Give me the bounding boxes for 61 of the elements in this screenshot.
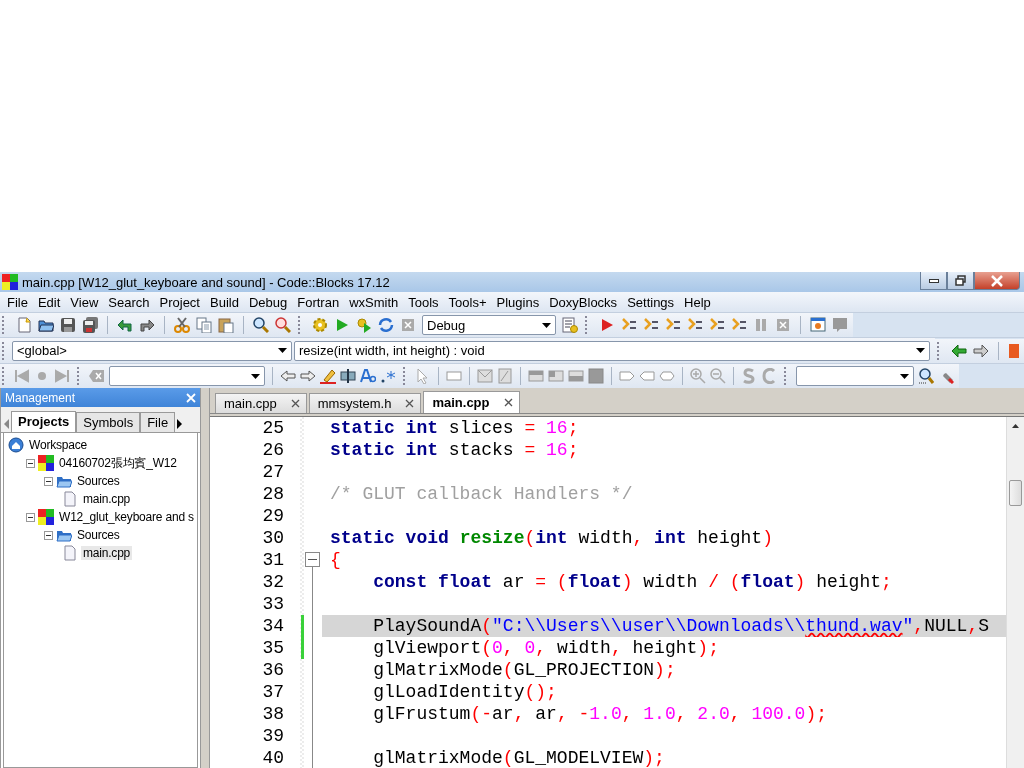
line-number: 31 xyxy=(261,550,284,570)
scope-dropdown[interactable]: <global> xyxy=(12,340,292,361)
line-number: 39 xyxy=(261,726,284,746)
line-number: 30 xyxy=(261,528,284,548)
code-line: glFrustum(-ar, ar, -1.0, 1.0, 2.0, 100.0); xyxy=(372,704,827,724)
menu-item[interactable]: Help xyxy=(679,294,716,310)
line-number: 29 xyxy=(261,506,284,526)
tree-item[interactable]: Sources xyxy=(75,474,122,488)
build-target-dropdown[interactable]: Debug xyxy=(422,315,556,335)
line-number: 25 xyxy=(261,418,284,438)
menu-item[interactable]: Plugins xyxy=(491,294,545,310)
menu-item[interactable]: DoxyBlocks xyxy=(544,294,623,310)
code-line: glViewport(0, 0, width, height); xyxy=(372,638,719,658)
menu-item[interactable]: Tools+ xyxy=(443,294,492,310)
line-number: 37 xyxy=(261,682,284,702)
line-number: 36 xyxy=(261,660,284,680)
menu-item[interactable]: Project xyxy=(154,294,205,310)
window-title: main.cpp [W12_glut_keyboare and sound] - Code::Blocks 17.12 xyxy=(22,274,391,290)
line-number: 40 xyxy=(261,748,284,768)
menu-item[interactable]: File xyxy=(2,294,33,310)
tree-item[interactable]: W12_glut_keyboare and s xyxy=(57,510,196,524)
menu-item[interactable]: View xyxy=(65,294,104,310)
tree-item[interactable]: main.cpp xyxy=(81,492,133,506)
line-number: 27 xyxy=(261,462,284,482)
code-line: static int stacks = 16; xyxy=(330,440,579,460)
line-number: 26 xyxy=(261,440,284,460)
panel-tab[interactable]: File xyxy=(140,412,176,432)
code-line: PlaySoundA("C:\\Users\\user\\Downloads\\thund.wav",NULL,S xyxy=(372,616,989,636)
menu-item[interactable]: Fortran xyxy=(292,294,345,310)
code-line: static int slices = 16; xyxy=(330,418,579,438)
line-number: 28 xyxy=(261,484,284,504)
editor-tab[interactable]: mmsystem.h xyxy=(308,393,422,413)
menu-item[interactable]: wxSmith xyxy=(344,294,404,310)
code-line: static void resize(int width, int height) xyxy=(330,528,773,548)
line-number: 32 xyxy=(261,572,284,592)
panel-title: Management xyxy=(5,390,76,405)
menu-item[interactable]: Tools xyxy=(403,294,444,310)
editor-tab[interactable]: main.cpp xyxy=(215,393,307,413)
line-number: 33 xyxy=(261,594,284,614)
code-line: glLoadIdentity(); xyxy=(372,682,557,702)
code-line: const float ar = (float) width / (float) height; xyxy=(372,572,892,592)
tree-item[interactable]: main.cpp xyxy=(81,546,133,560)
function-dropdown[interactable]: resize(int width, int height) : void xyxy=(294,340,930,361)
menu-item[interactable]: Debug xyxy=(243,294,293,310)
line-number: 38 xyxy=(261,704,284,724)
tree-item[interactable]: Workspace xyxy=(27,438,89,452)
code-line: { xyxy=(330,550,341,570)
line-number: 35 xyxy=(261,638,284,658)
panel-tab[interactable]: Symbols xyxy=(76,412,141,432)
panel-tab[interactable]: Projects xyxy=(11,411,77,432)
tree-item[interactable]: 04160702張均賓_W12 xyxy=(57,454,179,472)
menu-item[interactable]: Build xyxy=(205,294,244,310)
code-line: glMatrixMode(GL_MODELVIEW); xyxy=(372,748,665,768)
editor-tab[interactable]: main.cpp xyxy=(423,391,520,413)
tree-item[interactable]: Sources xyxy=(75,528,122,542)
menu-item[interactable]: Settings xyxy=(622,294,680,310)
code-line: glMatrixMode(GL_PROJECTION); xyxy=(372,660,676,680)
menu-item[interactable]: Edit xyxy=(32,294,66,310)
code-line: /* GLUT callback Handlers */ xyxy=(330,484,633,504)
menu-item[interactable]: Search xyxy=(103,294,155,310)
line-number: 34 xyxy=(261,616,284,636)
